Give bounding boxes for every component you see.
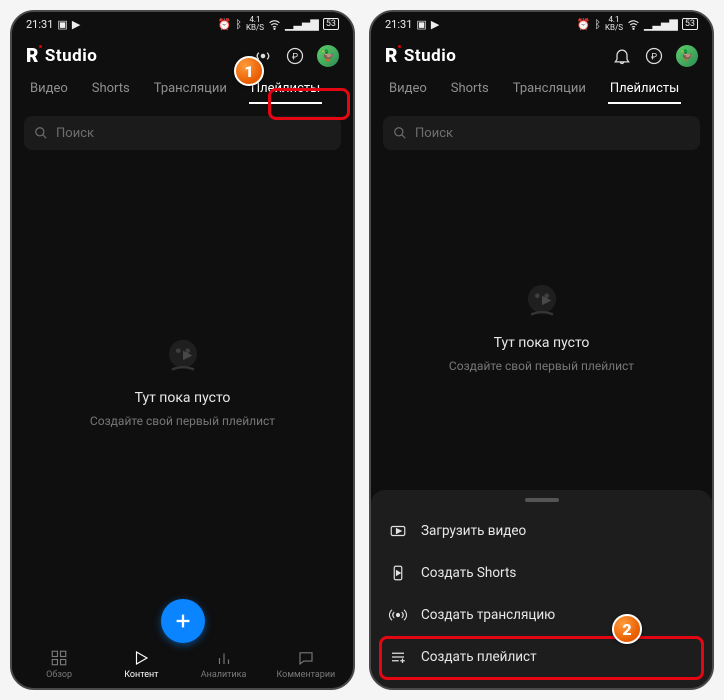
avatar[interactable]: 🦆 (676, 45, 698, 67)
phone-screen-2: 21:31 ▣ ▶ ⏰ ᛒ 4.1KB/S ▁▃▅▇ 53 R Studio (369, 10, 714, 690)
search-placeholder: Поиск (415, 126, 453, 141)
fab-add[interactable] (161, 599, 205, 643)
youtube-icon: ▶ (72, 18, 80, 31)
alarm-icon: ⏰ (577, 18, 591, 31)
app-header: R Studio ₽ 🦆 (371, 36, 712, 73)
net-speed: 4.1KB/S (605, 16, 623, 32)
sheet-handle[interactable] (525, 498, 559, 502)
nav-content[interactable]: Контент (111, 649, 171, 680)
empty-state: Тут пока пусто Создайте свой первый плей… (371, 160, 712, 490)
empty-state: Тут пока пусто Создайте свой первый плей… (12, 160, 353, 599)
wifi-icon (627, 18, 640, 31)
empty-illustration-icon (517, 277, 567, 327)
tab-playlists[interactable]: Плейлисты (239, 73, 332, 106)
search-icon (393, 126, 407, 140)
empty-subtitle: Создайте свой первый плейлист (449, 359, 634, 373)
bluetooth-icon: ᛒ (235, 18, 242, 31)
sheet-create-playlist[interactable]: Создать плейлист (371, 636, 712, 678)
signal-icon: ▁▃▅▇ (644, 18, 678, 31)
search-placeholder: Поиск (56, 126, 94, 141)
camera-icon: ▣ (416, 18, 426, 31)
empty-illustration-icon (158, 332, 208, 382)
bluetooth-icon: ᛒ (594, 18, 601, 31)
tabs: Видео Shorts Трансляции Плейлисты (371, 73, 712, 106)
nav-comments[interactable]: Комментарии (276, 649, 336, 680)
search-wrap: Поиск (12, 106, 353, 160)
signal-icon: ▁▃▅▇ (285, 18, 319, 31)
tab-broadcasts[interactable]: Трансляции (142, 73, 239, 106)
net-speed: 4.1KB/S (246, 16, 264, 32)
status-time: 21:31 (26, 18, 53, 31)
svg-text:₽: ₽ (651, 52, 657, 62)
alarm-icon: ⏰ (218, 18, 232, 31)
phone-screen-1: 21:31 ▣ ▶ ⏰ ᛒ 4.1KB/S ▁▃▅▇ 53 R Studio (10, 10, 355, 690)
avatar[interactable]: 🦆 (317, 45, 339, 67)
empty-title: Тут пока пусто (494, 335, 590, 351)
status-bar: 21:31 ▣ ▶ ⏰ ᛒ 4.1KB/S ▁▃▅▇ 53 (12, 12, 353, 36)
bottom-nav: Обзор Контент Аналитика Комментарии (12, 647, 353, 688)
nav-analytics[interactable]: Аналитика (194, 649, 254, 680)
svg-text:₽: ₽ (292, 52, 298, 62)
app-logo: R Studio (385, 44, 456, 67)
ruble-icon[interactable]: ₽ (285, 46, 305, 66)
tab-playlists[interactable]: Плейлисты (598, 73, 691, 106)
search-icon (34, 126, 48, 140)
app-logo: R Studio (26, 44, 97, 67)
search-input[interactable]: Поиск (24, 116, 341, 150)
tab-shorts[interactable]: Shorts (80, 73, 142, 106)
status-time: 21:31 (385, 18, 412, 31)
battery-icon: 53 (682, 18, 698, 30)
sheet-create-broadcast[interactable]: Создать трансляцию (371, 594, 712, 636)
ruble-icon[interactable]: ₽ (644, 46, 664, 66)
fab-row (12, 599, 353, 647)
bell-icon[interactable] (612, 46, 632, 66)
battery-icon: 53 (323, 18, 339, 30)
search-wrap: Поиск (371, 106, 712, 160)
search-input[interactable]: Поиск (383, 116, 700, 150)
signal-action-icon[interactable] (253, 46, 273, 66)
camera-icon: ▣ (57, 18, 67, 31)
tab-broadcasts[interactable]: Трансляции (501, 73, 598, 106)
empty-title: Тут пока пусто (135, 390, 231, 406)
tabs: Видео Shorts Трансляции Плейлисты (12, 73, 353, 106)
sheet-create-shorts[interactable]: Создать Shorts (371, 552, 712, 594)
bottom-sheet: Загрузить видео Создать Shorts Создать т… (371, 490, 712, 688)
youtube-icon: ▶ (431, 18, 439, 31)
tab-video[interactable]: Видео (18, 73, 80, 106)
empty-subtitle: Создайте свой первый плейлист (90, 414, 275, 428)
status-bar: 21:31 ▣ ▶ ⏰ ᛒ 4.1KB/S ▁▃▅▇ 53 (371, 12, 712, 36)
nav-overview[interactable]: Обзор (29, 649, 89, 680)
app-header: R Studio ₽ 🦆 (12, 36, 353, 73)
tab-video[interactable]: Видео (377, 73, 439, 106)
sheet-upload-video[interactable]: Загрузить видео (371, 510, 712, 552)
wifi-icon (268, 18, 281, 31)
tab-shorts[interactable]: Shorts (439, 73, 501, 106)
